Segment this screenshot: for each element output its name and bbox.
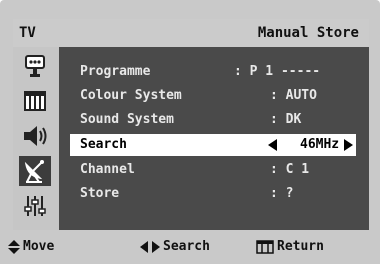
page-title: Manual Store [257,25,359,41]
menu-item-label: Channel [80,162,135,177]
menu-item-colour-system[interactable]: Colour System : AUTO [70,85,356,107]
menu-item-value: : AUTO [270,88,317,103]
menu-icon [256,239,274,254]
left-right-arrow-icon [140,240,160,253]
footer-move: Move [8,239,54,254]
footer-bar: Move Search Return [0,230,380,264]
menu-item-label: Search [80,137,127,152]
tv-osd-screen: TV Manual Store Programme: P 1 ----- Co… [0,0,380,264]
arrow-left-icon[interactable] [268,139,277,151]
sound-icon[interactable] [19,121,51,151]
search-frequency-value: 46MHz [300,137,340,152]
menu-item-programme[interactable]: Programme : P 1 ----- [70,61,356,83]
setup-icon[interactable] [19,191,51,221]
menu-item-value: : DK [270,112,302,127]
input-icon[interactable] [19,51,51,81]
arrow-right-icon[interactable] [344,139,353,151]
menu-item-channel[interactable]: Channel : C 1 [70,159,356,181]
menu-item-store[interactable]: Store : ? [70,183,356,205]
menu-item-value: : C 1 [270,162,310,177]
footer-move-label: Move [23,239,55,254]
header-bar: TV Manual Store [13,19,369,47]
menu-item-search[interactable]: Search 46MHz [70,134,356,156]
menu-item-label: Colour System [80,88,182,103]
picture-icon[interactable] [19,86,51,116]
menu-item-label: Store [80,186,120,201]
menu-item-label: Programme [80,64,151,79]
footer-search: Search [140,239,210,254]
footer-return: Return [256,239,324,254]
menu-item-label: Sound System [80,112,174,127]
source-label: TV [19,25,36,41]
sidebar [13,47,59,230]
footer-return-label: Return [277,239,324,254]
menu-item-value: : ? [270,186,294,201]
up-down-arrow-icon [8,239,20,254]
footer-search-label: Search [163,239,210,254]
menu-item-sound-system[interactable]: Sound System : DK [70,109,356,131]
channel-icon[interactable] [19,156,51,186]
menu-item-value: : P 1 ----- [234,64,321,79]
